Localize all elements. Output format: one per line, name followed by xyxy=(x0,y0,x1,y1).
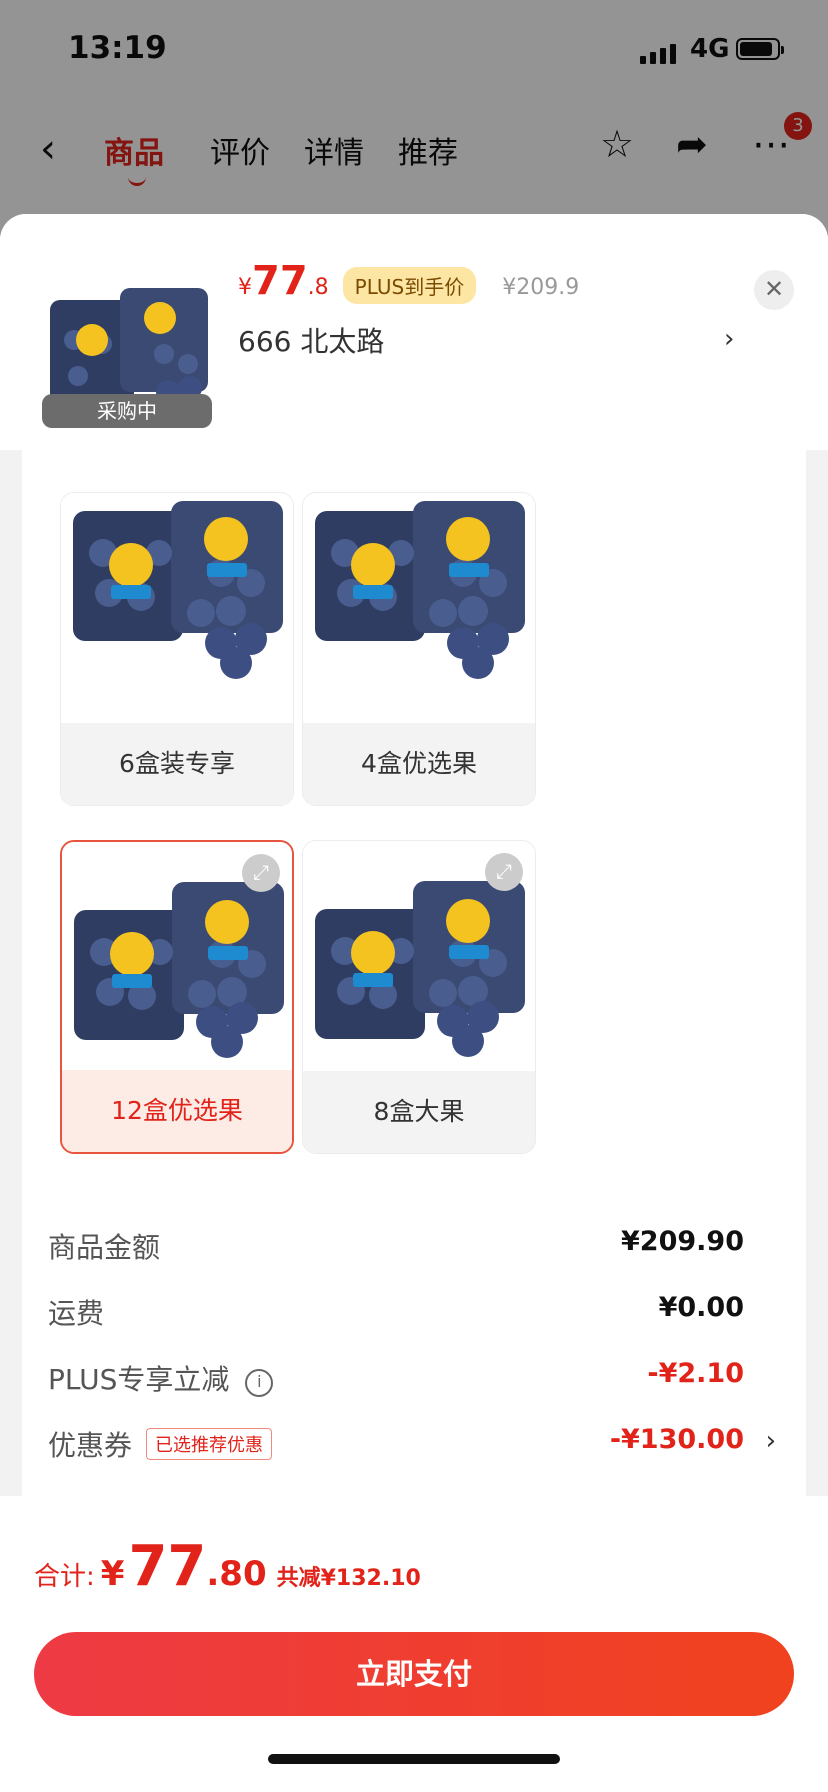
chevron-right-icon[interactable]: › xyxy=(724,324,734,354)
spec-label: 6盒装专享 xyxy=(61,723,293,805)
total-currency: ¥ xyxy=(100,1554,125,1594)
info-icon[interactable]: i xyxy=(245,1369,274,1397)
total-savings: 共减¥132.10 xyxy=(276,1566,421,1591)
price-decimal: .8 xyxy=(307,275,329,300)
sheet-price: ¥ 77 .8 PLUS到手价 ¥209.9 xyxy=(238,258,579,304)
spec-option-8-box[interactable]: ⤢ 8盒大果 xyxy=(302,840,536,1154)
purchasing-status-label: 采购中 xyxy=(42,394,212,428)
spec-option-4-box[interactable]: 4盒优选果 xyxy=(302,492,536,806)
price-summary-card: 商品金额 ¥209.90 运费 ¥0.00 PLUS专享立减 i -¥2.10 优… xyxy=(22,1204,806,1534)
summary-row-goods: 商品金额 ¥209.90 xyxy=(48,1222,768,1266)
close-icon[interactable]: ✕ xyxy=(754,270,794,310)
total-label: 合计: xyxy=(34,1562,95,1592)
coupon-tag: 已选推荐优惠 xyxy=(146,1428,273,1460)
original-price: ¥209.9 xyxy=(502,275,580,300)
summary-label-wrap: 优惠券 已选推荐优惠 xyxy=(48,1424,273,1464)
delivery-address[interactable]: 666 北太路 xyxy=(238,320,384,360)
expand-icon[interactable]: ⤢ xyxy=(485,853,523,891)
total-integer: 77 xyxy=(128,1534,207,1599)
spec-option-6-box[interactable]: 6盒装专享 xyxy=(60,492,294,806)
pay-now-button[interactable]: 立即支付 xyxy=(34,1632,794,1716)
blueberry-box-image: ⤢ xyxy=(62,842,292,1068)
purchase-sheet: 6盒装专享 4盒优选果 ⤢ 12盒优选果 ⤢ 8盒大果 商品金额 ¥209.90… xyxy=(0,214,828,1792)
blueberry-box-image xyxy=(303,493,535,719)
plus-price-tag: PLUS到手价 xyxy=(342,267,477,304)
summary-row-shipping: 运费 ¥0.00 xyxy=(48,1288,768,1332)
home-indicator[interactable] xyxy=(268,1754,560,1764)
spec-label: 4盒优选果 xyxy=(303,723,535,805)
total-decimal: .80 xyxy=(206,1554,267,1594)
blueberry-box-image xyxy=(61,493,293,719)
sheet-header: 采购中 ¥ 77 .8 PLUS到手价 ¥209.9 666 北太路 › ✕ xyxy=(0,214,828,450)
price-currency: ¥ xyxy=(238,275,252,300)
summary-label: PLUS专享立减 xyxy=(48,1363,230,1396)
chevron-right-icon[interactable]: › xyxy=(766,1426,776,1456)
spec-label: 12盒优选果 xyxy=(62,1070,292,1152)
order-total: 合计: ¥ 77 .80 共减¥132.10 xyxy=(34,1534,421,1599)
spec-label: 8盒大果 xyxy=(303,1071,535,1153)
blueberry-box-image: ⤢ xyxy=(303,841,535,1067)
summary-label: 运费 xyxy=(48,1297,105,1330)
summary-label: 商品金额 xyxy=(48,1231,161,1264)
summary-value: -¥130.00 xyxy=(609,1424,744,1455)
summary-row-coupon[interactable]: 优惠券 已选推荐优惠 -¥130.00 › xyxy=(48,1420,776,1464)
summary-row-plus-discount: PLUS专享立减 i -¥2.10 xyxy=(48,1354,768,1398)
checkout-bar: 合计: ¥ 77 .80 共减¥132.10 立即支付 xyxy=(0,1496,828,1792)
summary-label-wrap: PLUS专享立减 i xyxy=(48,1358,274,1398)
expand-icon[interactable]: ⤢ xyxy=(242,854,280,892)
spec-option-12-box[interactable]: ⤢ 12盒优选果 xyxy=(60,840,294,1154)
summary-value: ¥209.90 xyxy=(621,1226,744,1257)
summary-value: ¥0.00 xyxy=(658,1292,744,1323)
price-integer: 77 xyxy=(252,258,308,304)
summary-value: -¥2.10 xyxy=(647,1358,744,1389)
summary-label: 优惠券 xyxy=(48,1429,133,1462)
